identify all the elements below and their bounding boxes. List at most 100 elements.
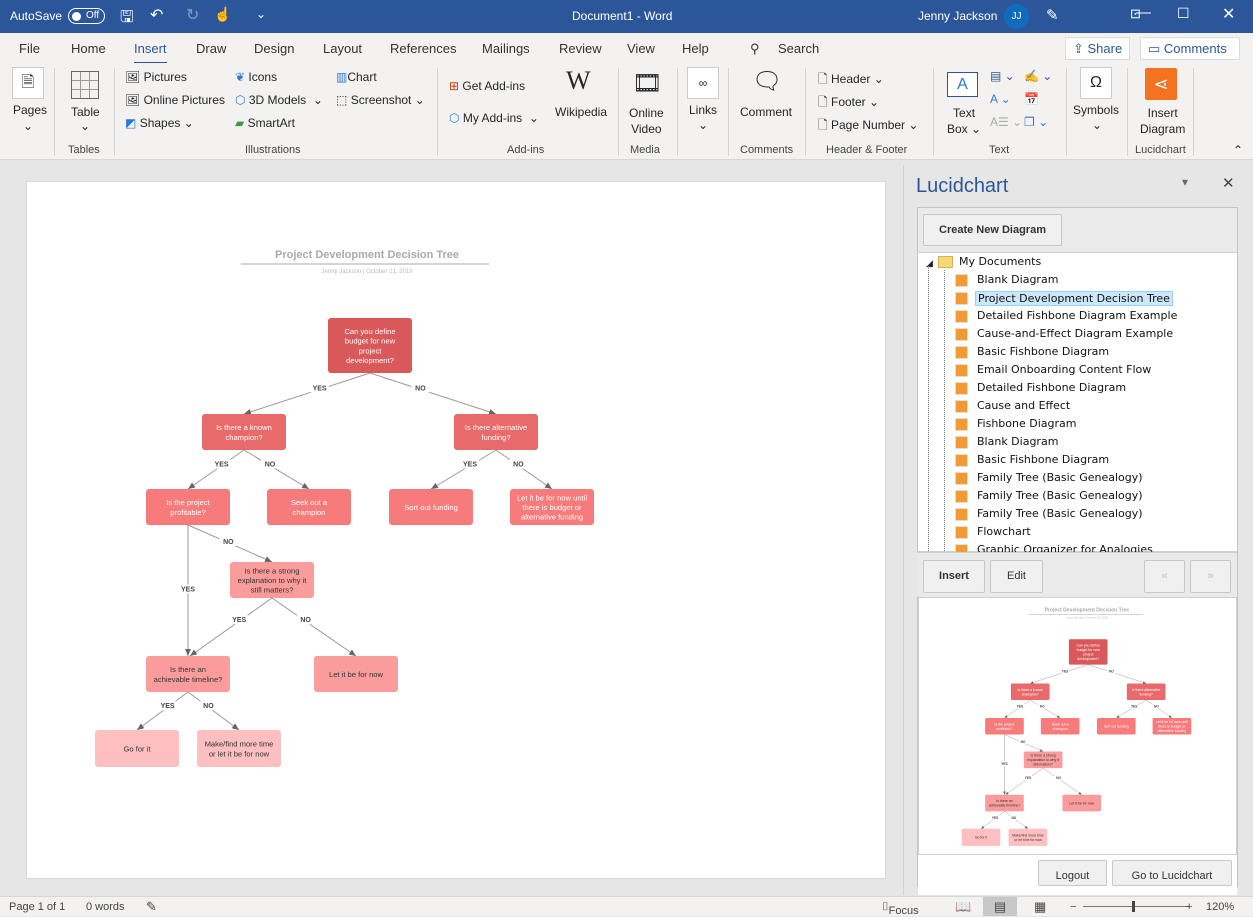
close-pane-icon[interactable]: ✕: [1222, 174, 1235, 192]
screenshot-button[interactable]: ⬚ Screenshot ⌄: [336, 93, 425, 107]
chart-button[interactable]: ▥Chart: [336, 70, 377, 84]
redo-icon[interactable]: ↻: [186, 5, 199, 25]
undo-icon[interactable]: ↶: [150, 5, 163, 25]
document-list-item[interactable]: Family Tree (Basic Genealogy): [975, 471, 1145, 484]
pictures-button[interactable]: 🖼 Pictures: [125, 70, 187, 84]
pane-options-icon[interactable]: ▾: [1182, 175, 1188, 189]
previous-page-button[interactable]: «: [1144, 560, 1185, 593]
online-video-button[interactable]: Online Video: [629, 105, 664, 137]
zoom-slider[interactable]: [1083, 906, 1189, 907]
document-page[interactable]: [26, 181, 886, 879]
save-icon[interactable]: 🖫: [120, 6, 134, 33]
document-list-item[interactable]: Fishbone Diagram: [975, 417, 1078, 430]
customize-qat-icon[interactable]: ⌄: [256, 7, 266, 21]
avatar[interactable]: JJ: [1004, 4, 1029, 29]
drop-cap-icon[interactable]: A☰ ⌄: [990, 115, 1022, 129]
user-name[interactable]: Jenny Jackson: [918, 9, 997, 23]
tab-layout[interactable]: Layout: [323, 41, 362, 56]
diagram-preview: [918, 597, 1237, 855]
icons-button[interactable]: ❦ Icons: [235, 70, 277, 84]
footer-button[interactable]: 🗋 Footer ⌄: [818, 93, 879, 114]
object-icon[interactable]: ❐ ⌄: [1024, 115, 1048, 129]
table-button[interactable]: Table: [71, 105, 100, 119]
date-time-icon[interactable]: 📅: [1024, 92, 1039, 106]
tab-view[interactable]: View: [627, 41, 655, 56]
web-layout-icon[interactable]: ▦: [1034, 899, 1046, 915]
tab-file[interactable]: File: [19, 41, 40, 56]
document-list-item[interactable]: Cause-and-Effect Diagram Example: [975, 327, 1175, 340]
insert-diagram-button[interactable]: Insert Diagram: [1140, 105, 1185, 137]
document-list-item[interactable]: Project Development Decision Tree: [975, 291, 1173, 306]
close-icon[interactable]: ✕: [1222, 4, 1235, 24]
smartart-button[interactable]: ▰ SmartArt: [235, 116, 295, 130]
maximize-icon[interactable]: ☐: [1177, 5, 1190, 22]
signature-line-icon[interactable]: ✍ ⌄: [1024, 69, 1052, 83]
chevron-down-icon: ⌄: [80, 119, 91, 133]
table-icon: [71, 71, 99, 99]
document-list-item[interactable]: Detailed Fishbone Diagram Example: [975, 309, 1179, 322]
tab-mailings[interactable]: Mailings: [482, 41, 530, 56]
comment-button[interactable]: Comment: [740, 105, 792, 119]
zoom-slider-thumb[interactable]: [1131, 901, 1135, 912]
collapse-ribbon-icon[interactable]: ⌃: [1233, 143, 1243, 157]
read-mode-icon[interactable]: 📖: [955, 899, 971, 915]
wikipedia-button[interactable]: Wikipedia: [555, 105, 607, 119]
tab-home[interactable]: Home: [71, 41, 106, 56]
zoom-in-button[interactable]: +: [1186, 901, 1192, 913]
document-list-item[interactable]: Family Tree (Basic Genealogy): [975, 489, 1145, 502]
pen-icon[interactable]: ✎: [1046, 6, 1059, 24]
next-page-button[interactable]: »: [1190, 560, 1231, 593]
wordart-icon[interactable]: A ⌄: [990, 92, 1011, 106]
search-box[interactable]: Search: [778, 41, 819, 56]
edit-button[interactable]: Edit: [990, 560, 1043, 593]
comment-icon: ▭: [1148, 41, 1164, 56]
document-list-item[interactable]: Cause and Effect: [975, 399, 1072, 412]
quick-parts-icon[interactable]: ▤ ⌄: [990, 69, 1015, 83]
document-list-item[interactable]: Basic Fishbone Diagram: [975, 453, 1111, 466]
tab-review[interactable]: Review: [559, 41, 602, 56]
touch-mode-icon[interactable]: ☝: [214, 6, 231, 23]
create-new-diagram-button[interactable]: Create New Diagram: [923, 214, 1062, 246]
shapes-button[interactable]: ◩ Shapes ⌄: [125, 116, 194, 130]
focus-button[interactable]: ⌷ Focus: [882, 901, 919, 917]
header-button[interactable]: 🗋 Header ⌄: [818, 70, 884, 91]
document-list-item[interactable]: Blank Diagram: [975, 435, 1060, 448]
my-addins-button[interactable]: ⬡ My Add-ins ⌄: [449, 111, 539, 125]
document-list-item[interactable]: Blank Diagram: [975, 273, 1060, 286]
insert-diagram-label-1: Insert: [1147, 106, 1178, 120]
document-list-item[interactable]: Family Tree (Basic Genealogy): [975, 507, 1145, 520]
online-pictures-button[interactable]: 🖼 Online Pictures: [125, 93, 225, 107]
zoom-out-button[interactable]: −: [1070, 901, 1076, 913]
tab-help[interactable]: Help: [682, 41, 709, 56]
pages-button[interactable]: Pages: [13, 103, 47, 117]
share-button[interactable]: ⇪ Share: [1065, 37, 1131, 60]
text-box-button[interactable]: Text Box ⌄: [947, 105, 981, 137]
document-list-item[interactable]: Detailed Fishbone Diagram: [975, 381, 1128, 394]
links-button[interactable]: Links: [689, 103, 717, 117]
print-layout-icon[interactable]: ▤: [983, 897, 1017, 916]
go-to-lucidchart-button[interactable]: Go to Lucidchart: [1112, 860, 1232, 886]
document-list-item[interactable]: Email Onboarding Content Flow: [975, 363, 1153, 376]
tab-draw[interactable]: Draw: [196, 41, 226, 56]
page-number-button[interactable]: 🗋 Page Number ⌄: [818, 116, 918, 137]
page-count[interactable]: Page 1 of 1: [9, 901, 65, 913]
search-icon[interactable]: ⚲: [750, 41, 760, 57]
logout-button[interactable]: Logout: [1038, 860, 1107, 886]
3d-models-button[interactable]: ⬡ 3D Models ⌄: [235, 93, 323, 107]
minimize-button[interactable]: —: [1136, 4, 1151, 21]
comments-button[interactable]: ▭ Comments: [1140, 37, 1240, 60]
tab-insert[interactable]: Insert: [134, 41, 167, 64]
get-addins-button[interactable]: ⊞ Get Add-ins: [449, 79, 525, 93]
online-video-label-2: Video: [631, 122, 662, 136]
autosave-toggle[interactable]: Off: [68, 8, 105, 24]
tab-design[interactable]: Design: [254, 41, 294, 56]
tab-references[interactable]: References: [390, 41, 456, 56]
insert-button[interactable]: Insert: [923, 560, 985, 593]
zoom-level[interactable]: 120%: [1206, 901, 1234, 913]
symbols-button[interactable]: Symbols: [1073, 103, 1119, 117]
document-list-item[interactable]: Flowchart: [975, 525, 1033, 538]
word-count[interactable]: 0 words: [86, 901, 125, 913]
proofing-icon[interactable]: ✎: [146, 899, 157, 915]
folder-my-documents[interactable]: My Documents: [957, 255, 1043, 268]
document-list-item[interactable]: Basic Fishbone Diagram: [975, 345, 1111, 358]
